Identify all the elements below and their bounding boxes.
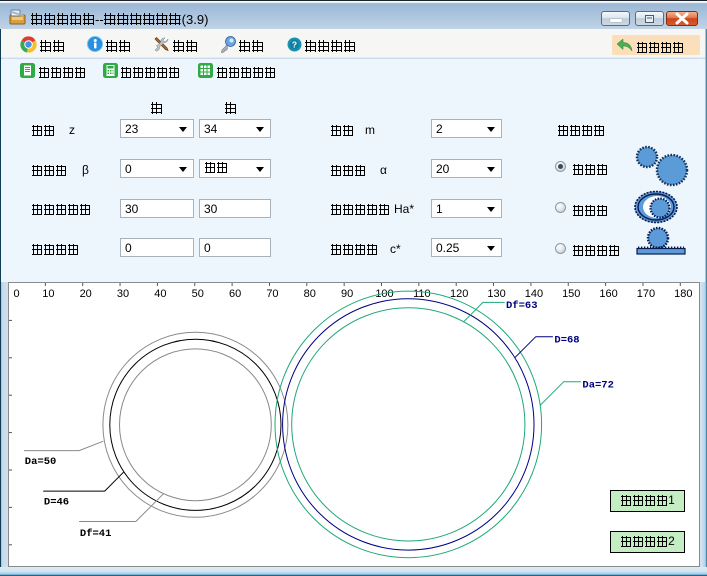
svg-text:60: 60: [229, 288, 241, 300]
svg-text:30: 30: [117, 288, 129, 300]
svg-text:110: 110: [413, 288, 431, 300]
svg-text:40: 40: [154, 288, 166, 300]
svg-text:0: 0: [13, 288, 19, 300]
svg-text:Df=41: Df=41: [80, 528, 112, 540]
svg-text:?: ?: [292, 40, 297, 50]
svg-text:140: 140: [525, 288, 543, 300]
svg-text:80: 80: [304, 288, 316, 300]
svg-text:170: 170: [637, 288, 655, 300]
svg-text:150: 150: [562, 288, 580, 300]
svg-text:160: 160: [599, 288, 617, 300]
svg-text:90: 90: [341, 288, 353, 300]
svg-text:70: 70: [266, 288, 278, 300]
svg-text:180: 180: [674, 288, 692, 300]
svg-text:100: 100: [375, 288, 393, 300]
svg-text:D=68: D=68: [554, 334, 579, 346]
svg-text:10: 10: [42, 288, 54, 300]
svg-text:120: 120: [450, 288, 468, 300]
svg-text:Df=63: Df=63: [506, 300, 538, 312]
svg-text:D=46: D=46: [44, 497, 69, 509]
svg-text:Da=72: Da=72: [582, 379, 614, 391]
svg-text:20: 20: [80, 288, 92, 300]
svg-text:130: 130: [487, 288, 505, 300]
svg-text:Da=50: Da=50: [25, 456, 57, 468]
svg-text:50: 50: [192, 288, 204, 300]
